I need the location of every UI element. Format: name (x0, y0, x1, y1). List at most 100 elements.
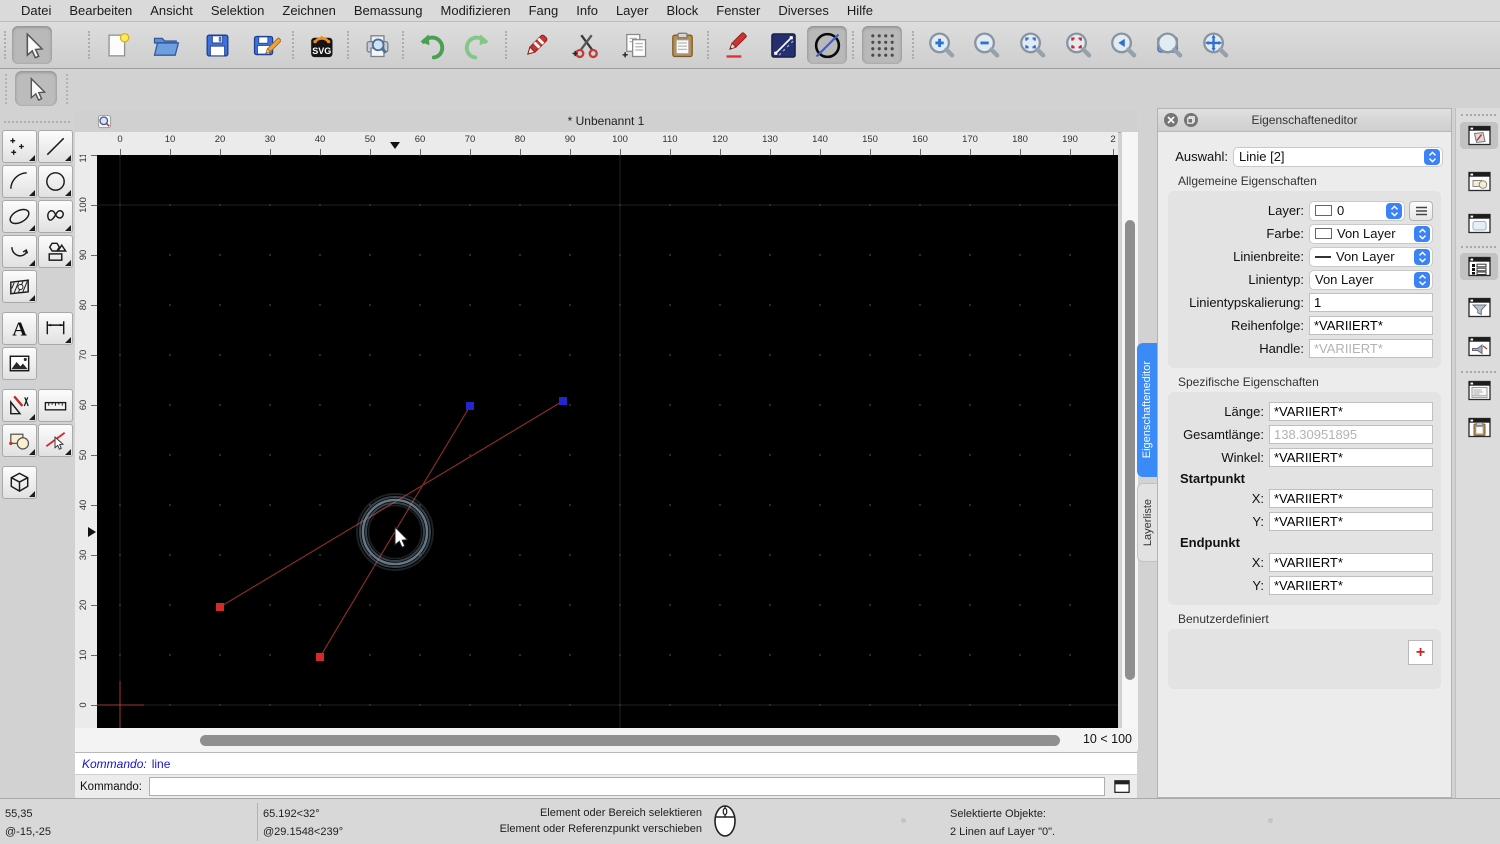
command-input[interactable] (149, 777, 1105, 796)
erase-button[interactable] (516, 26, 556, 64)
hatch-tool[interactable] (2, 270, 37, 303)
end-reference-handle[interactable] (559, 397, 567, 405)
flyout-indicator (65, 260, 71, 266)
select-line-tool[interactable] (38, 424, 73, 457)
panel-library-browser-button[interactable] (1464, 333, 1494, 360)
tab-layer-list[interactable]: Layerliste (1137, 483, 1157, 562)
open-file-button[interactable] (145, 26, 185, 64)
zoom-out-button[interactable] (966, 26, 1006, 64)
menu-modifizieren[interactable]: Modifizieren (432, 3, 520, 18)
arc-tool[interactable] (2, 165, 37, 198)
layer-dropdown[interactable]: 0 (1309, 200, 1405, 221)
vertical-scrollbar[interactable] (1121, 132, 1138, 750)
dimension-tool[interactable] (38, 312, 73, 345)
float-panel-button[interactable] (1184, 113, 1198, 127)
menu-ansicht[interactable]: Ansicht (141, 3, 202, 18)
zoom-previous-button[interactable] (1103, 26, 1143, 64)
save-as-button[interactable] (245, 26, 285, 64)
tab-property-editor[interactable]: Eigenschafteneditor (1137, 343, 1157, 477)
end-x-input[interactable] (1269, 553, 1433, 572)
vertical-scrollbar-thumb[interactable] (1125, 220, 1135, 680)
menu-datei[interactable]: Datei (12, 3, 60, 18)
start-reference-handle[interactable] (316, 653, 324, 661)
measure-tool[interactable] (38, 389, 73, 422)
menu-diverses[interactable]: Diverses (769, 3, 838, 18)
angle-input[interactable] (1269, 448, 1433, 467)
cut-button[interactable] (566, 26, 606, 64)
panel-property-editor-button[interactable] (1460, 122, 1498, 149)
menu-layer[interactable]: Layer (607, 3, 658, 18)
start-reference-handle[interactable] (216, 603, 224, 611)
menu-fang[interactable]: Fang (520, 3, 568, 18)
undo-button[interactable] (411, 26, 451, 64)
end-reference-handle[interactable] (466, 402, 474, 410)
ellipse-tool[interactable] (2, 200, 37, 233)
circle-tool[interactable] (38, 165, 73, 198)
menu-info[interactable]: Info (567, 3, 607, 18)
linetype-dropdown[interactable]: Von Layer (1309, 269, 1433, 290)
command-dock-button[interactable] (1112, 778, 1132, 795)
modify-tool[interactable] (2, 389, 37, 422)
draw-pencil-button[interactable] (717, 26, 757, 64)
grid-dot (218, 155, 222, 157)
dock-separator (1461, 246, 1496, 248)
pan-button[interactable] (1195, 26, 1235, 64)
polyline-tool[interactable] (2, 235, 37, 268)
menu-bearbeiten[interactable]: Bearbeiten (60, 3, 141, 18)
panel-layer-list-button[interactable] (1460, 253, 1498, 280)
copy-button[interactable] (616, 26, 656, 64)
draw-order-input[interactable] (1309, 316, 1433, 335)
end-y-input[interactable] (1269, 576, 1433, 595)
new-file-button[interactable] (97, 26, 137, 64)
linetype-scale-input[interactable] (1309, 293, 1433, 312)
horizontal-scrollbar[interactable]: 10 < 100 (75, 728, 1137, 752)
panel-command-line-button[interactable] (1464, 377, 1494, 404)
document-tab-title[interactable]: * Unbenannt 1 (112, 114, 1100, 128)
zoom-window-button[interactable] (1149, 26, 1189, 64)
menu-hilfe[interactable]: Hilfe (838, 3, 882, 18)
block-tool[interactable] (2, 424, 37, 457)
start-y-input[interactable] (1269, 512, 1433, 531)
horizontal-scrollbar-thumb[interactable] (200, 735, 1060, 746)
zoom-auto-button[interactable] (1012, 26, 1052, 64)
panel-clipboard-button[interactable] (1464, 414, 1494, 441)
line-tool[interactable] (38, 130, 73, 163)
menu-selektion[interactable]: Selektion (202, 3, 273, 18)
menu-fenster[interactable]: Fenster (707, 3, 769, 18)
image-tool[interactable] (2, 347, 37, 380)
grid-dot (968, 453, 972, 457)
shape-tool[interactable] (38, 235, 73, 268)
redo-button[interactable] (457, 26, 497, 64)
selection-tool-button[interactable] (12, 26, 52, 64)
panel-view-list-button[interactable] (1464, 210, 1494, 237)
add-custom-property-button[interactable]: + (1408, 640, 1433, 665)
line-tool-button[interactable] (763, 26, 803, 64)
zoom-selection-button[interactable] (1058, 26, 1098, 64)
ruler-label: 50 (364, 134, 376, 145)
start-x-input[interactable] (1269, 489, 1433, 508)
menu-bemassung[interactable]: Bemassung (345, 3, 432, 18)
layer-menu-button[interactable] (1409, 200, 1433, 221)
panel-block-list-button[interactable] (1464, 168, 1494, 195)
zoom-in-button[interactable] (921, 26, 961, 64)
color-dropdown[interactable]: Von Layer (1309, 223, 1433, 244)
drawing-canvas[interactable] (97, 155, 1118, 728)
paste-button[interactable] (662, 26, 702, 64)
selection-dropdown[interactable]: Linie [2] (1233, 146, 1443, 167)
menu-block[interactable]: Block (657, 3, 707, 18)
length-input[interactable] (1269, 402, 1433, 421)
solid-tool[interactable] (2, 466, 37, 499)
ellipse-line-tool-button[interactable] (807, 26, 847, 64)
panel-selection-filter-button[interactable] (1464, 294, 1494, 321)
grid-toggle-button[interactable] (862, 26, 902, 64)
svg-export-button[interactable]: SVG (301, 26, 341, 64)
text-tool[interactable]: A (2, 312, 37, 345)
save-button[interactable] (197, 26, 237, 64)
close-panel-button[interactable] (1164, 113, 1178, 127)
linewidth-dropdown[interactable]: Von Layer (1309, 246, 1433, 267)
print-preview-button[interactable] (357, 26, 397, 64)
arrow-tool-button[interactable] (15, 71, 57, 106)
menu-zeichnen[interactable]: Zeichnen (273, 3, 344, 18)
point-tool[interactable] (2, 130, 37, 163)
spline-tool[interactable] (38, 200, 73, 233)
